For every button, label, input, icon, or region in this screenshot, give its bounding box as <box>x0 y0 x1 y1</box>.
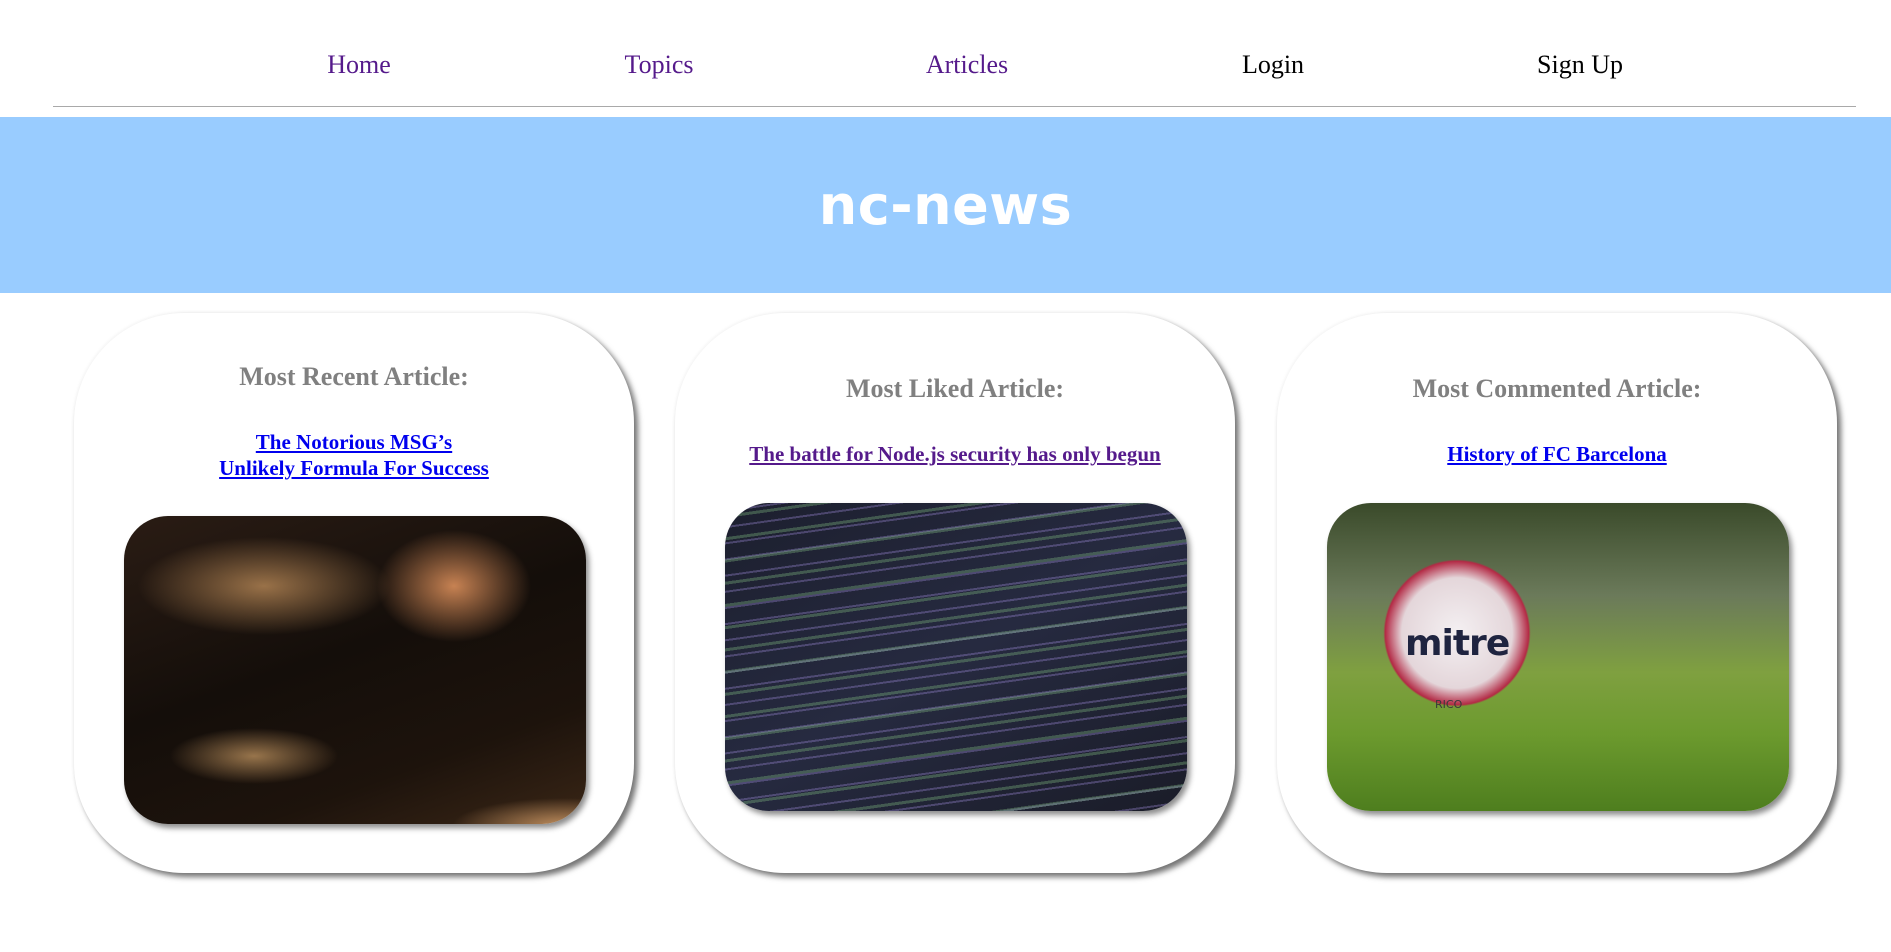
most-commented-article-image[interactable]: mitre RICO <box>1327 503 1789 811</box>
most-liked-article-image[interactable] <box>725 503 1187 811</box>
ball-brand-text: mitre <box>1405 623 1510 664</box>
site-banner: nc-news <box>0 117 1891 293</box>
most-commented-article-title: History of FC Barcelona <box>1277 441 1837 467</box>
most-commented-heading: Most Commented Article: <box>1412 374 1702 403</box>
nav-signup-link[interactable]: Sign Up <box>1537 50 1623 80</box>
most-recent-article-card: Most Recent Article: The Notorious MSG’s… <box>74 313 634 873</box>
site-title: nc-news <box>818 173 1073 237</box>
article-title-line2: Unlikely Formula For Success <box>219 456 489 480</box>
most-commented-article-link[interactable]: History of FC Barcelona <box>1447 442 1667 466</box>
ball-model-text: RICO <box>1435 698 1463 711</box>
top-navigation: Home Topics Articles Login Sign Up <box>53 0 1856 107</box>
nav-login-link[interactable]: Login <box>1242 50 1304 80</box>
most-recent-article-title: The Notorious MSG’s Unlikely Formula For… <box>74 429 634 481</box>
most-liked-article-card: Most Liked Article: The battle for Node.… <box>675 313 1235 873</box>
most-liked-article-link[interactable]: The battle for Node.js security has only… <box>749 442 1160 466</box>
most-recent-heading: Most Recent Article: <box>239 362 469 391</box>
most-commented-article-card: Most Commented Article: History of FC Ba… <box>1277 313 1837 873</box>
most-recent-article-link[interactable]: The Notorious MSG’s Unlikely Formula For… <box>219 430 489 480</box>
most-recent-article-image[interactable] <box>124 516 586 824</box>
article-title-line1: The Notorious MSG’s <box>255 430 453 454</box>
most-liked-article-title: The battle for Node.js security has only… <box>675 441 1235 467</box>
nav-articles-link[interactable]: Articles <box>926 50 1008 80</box>
most-liked-heading: Most Liked Article: <box>845 374 1065 403</box>
nav-home-link[interactable]: Home <box>327 50 391 80</box>
nav-topics-link[interactable]: Topics <box>625 50 694 80</box>
